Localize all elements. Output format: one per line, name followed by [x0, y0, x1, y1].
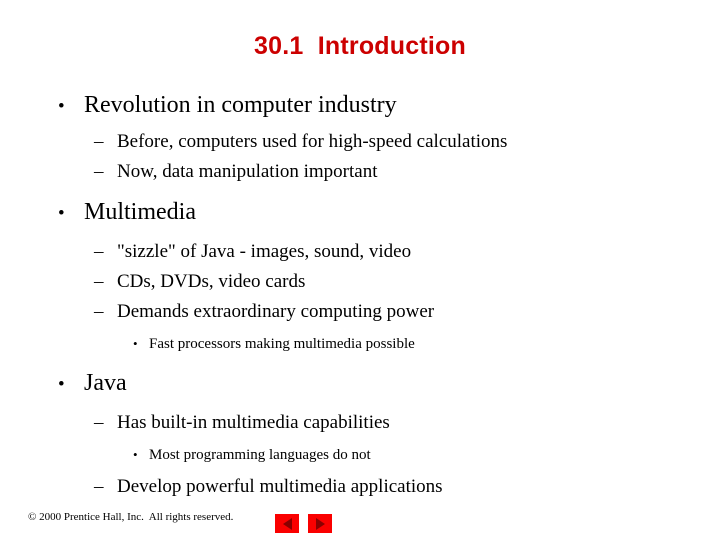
bullet-dot-icon: •	[58, 374, 65, 395]
bullet-level2-cds: – CDs, DVDs, video cards	[0, 267, 720, 297]
copyright-notice: © 2000 Prentice Hall, Inc. All rights re…	[28, 511, 234, 523]
bullet-dash-icon: –	[94, 241, 104, 262]
bullet-text: Has built-in multimedia capabilities	[117, 412, 390, 433]
bullet-level2-built-in: – Has built-in multimedia capabilities	[0, 408, 720, 438]
bullet-text: Demands extraordinary computing power	[117, 301, 435, 322]
bullet-level2-now: – Now, data manipulation important	[0, 157, 720, 187]
bullet-dash-icon: –	[94, 131, 104, 152]
navigation-buttons	[275, 514, 332, 533]
bullet-dash-icon: –	[94, 161, 104, 182]
bullet-text: Revolution in computer industry	[84, 92, 397, 118]
bullet-text: "sizzle" of Java - images, sound, video	[117, 241, 412, 262]
bullet-text: Java	[84, 370, 127, 396]
next-slide-button[interactable]	[308, 514, 332, 533]
bullet-level2-sizzle: – "sizzle" of Java - images, sound, vide…	[0, 237, 720, 267]
bullet-dash-icon: –	[94, 271, 104, 292]
bullet-text: Before, computers used for high-speed ca…	[117, 131, 508, 152]
triangle-right-icon	[315, 517, 325, 530]
bullet-text: Now, data manipulation important	[117, 161, 378, 182]
previous-slide-button[interactable]	[275, 514, 299, 533]
bullet-dot-icon: •	[58, 96, 65, 117]
bullet-level3-most-languages: • Most programming languages do not	[0, 441, 720, 469]
bullet-level2-demands: – Demands extraordinary computing power	[0, 297, 720, 327]
slide: 30.1 Introduction • Revolution in comput…	[0, 0, 720, 540]
triangle-left-icon	[282, 517, 292, 530]
slide-body: • Revolution in computer industry – Befo…	[0, 88, 720, 502]
bullet-level1-multimedia: • Multimedia	[0, 195, 720, 231]
bullet-level1-java: • Java	[0, 366, 720, 402]
bullet-dot-icon: •	[133, 336, 138, 351]
bullet-dot-icon: •	[58, 203, 65, 224]
bullet-text: Fast processors making multimedia possib…	[149, 336, 415, 352]
bullet-dash-icon: –	[94, 412, 104, 433]
bullet-level1-revolution: • Revolution in computer industry	[0, 88, 720, 124]
bullet-text: Most programming languages do not	[149, 447, 371, 463]
page-title: 30.1 Introduction	[254, 32, 466, 60]
slide-footer: © 2000 Prentice Hall, Inc. All rights re…	[0, 496, 720, 540]
bullet-level2-before: – Before, computers used for high-speed …	[0, 127, 720, 157]
bullet-level3-fast-processors: • Fast processors making multimedia poss…	[0, 330, 720, 358]
bullet-dash-icon: –	[94, 301, 104, 322]
bullet-text: Multimedia	[84, 199, 196, 225]
bullet-text: CDs, DVDs, video cards	[117, 271, 306, 292]
bullet-dot-icon: •	[133, 447, 138, 462]
